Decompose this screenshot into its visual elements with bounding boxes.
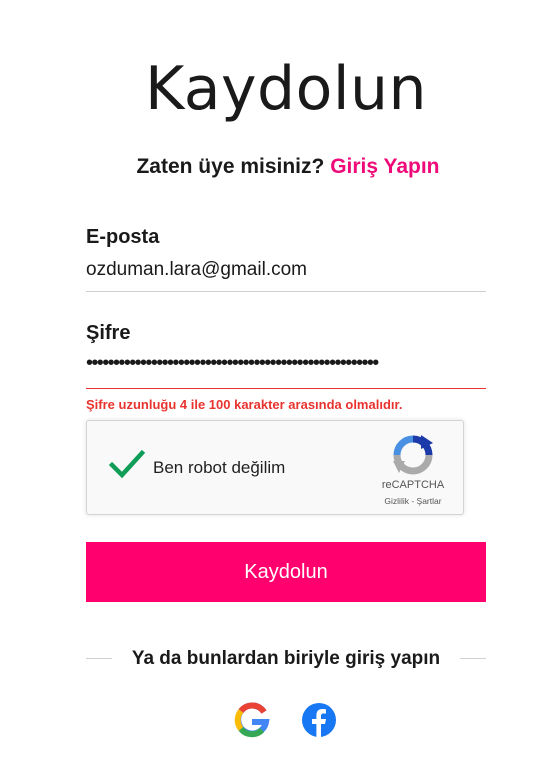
google-icon[interactable] xyxy=(234,702,270,738)
password-label: Şifre xyxy=(86,322,131,344)
checkmark-icon[interactable] xyxy=(108,449,146,484)
page-title: Kaydolun xyxy=(144,54,428,124)
social-divider-text: Ya da bunlardan biriyle giriş yapın xyxy=(131,648,441,669)
recaptcha-widget: Ben robot değilim reCAPTCHA Gizlilik - Ş… xyxy=(86,420,464,515)
login-prompt-text: Zaten üye misiniz? xyxy=(136,155,325,178)
recaptcha-brand: reCAPTCHA xyxy=(381,479,445,491)
divider-right xyxy=(460,658,486,659)
login-prompt: Zaten üye misiniz? Giriş Yapın xyxy=(0,155,536,179)
password-field[interactable]: ••••••••••••••••••••••••••••••••••••••••… xyxy=(86,352,486,376)
signup-button[interactable]: Kaydolun xyxy=(86,542,486,602)
recaptcha-logo-icon xyxy=(391,433,435,482)
email-underline xyxy=(86,291,486,292)
password-error: Şifre uzunluğu 4 ile 100 karakter arasın… xyxy=(86,397,403,412)
password-underline xyxy=(86,388,486,389)
recaptcha-label: Ben robot değilim xyxy=(153,458,286,477)
facebook-icon[interactable] xyxy=(301,702,337,738)
login-link[interactable]: Giriş Yapın xyxy=(330,155,439,178)
email-field[interactable] xyxy=(86,258,486,282)
email-label: E-posta xyxy=(86,226,160,248)
recaptcha-links[interactable]: Gizlilik - Şartlar xyxy=(363,496,463,506)
